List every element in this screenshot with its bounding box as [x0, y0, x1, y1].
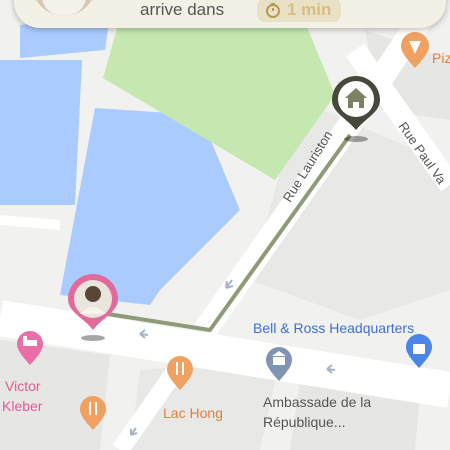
eta-value: 1 min: [287, 0, 332, 19]
eta-badge: 1 min: [257, 0, 342, 22]
avatar: [32, 0, 96, 16]
eta-banner: arrive dans 1 min: [14, 0, 446, 28]
map[interactable]: Rue Lauriston Rue Paul Va: [0, 0, 450, 450]
poi-label-ambassade-line2[interactable]: République...: [263, 414, 346, 431]
poi-label-victor-line2[interactable]: Kleber: [2, 398, 42, 415]
poi-label-ambassade-line1[interactable]: Ambassade de la: [263, 394, 371, 411]
water-basin-left: [0, 60, 82, 205]
eta-label: arrive dans: [140, 0, 225, 19]
poi-label-bell-ross[interactable]: Bell & Ross Headquarters: [253, 320, 414, 337]
poi-label-lac-hong[interactable]: Lac Hong: [163, 405, 223, 422]
timer-icon: [266, 3, 280, 18]
poi-label-victor-line1[interactable]: Victor: [5, 378, 41, 395]
road-upper-left: [0, 215, 61, 230]
poi-label-pizza[interactable]: Piz: [432, 50, 450, 67]
